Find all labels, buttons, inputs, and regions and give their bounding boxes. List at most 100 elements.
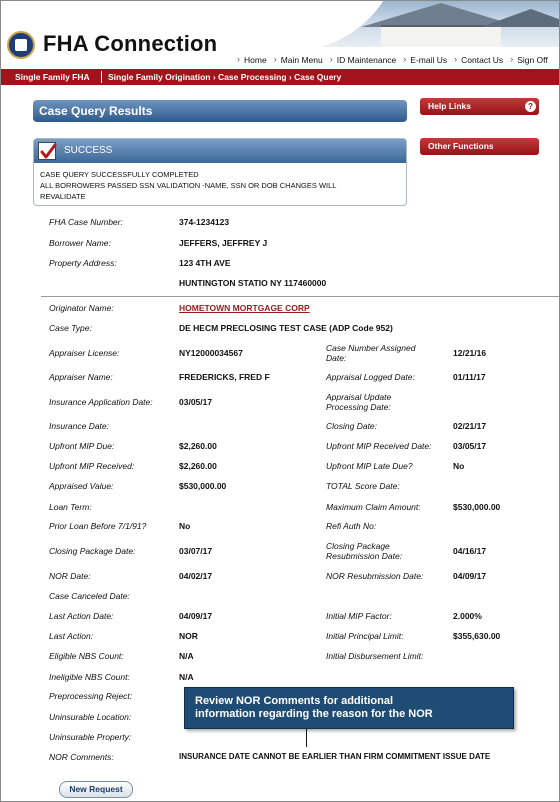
- case-canceled-label: Case Canceled Date:: [49, 591, 130, 601]
- appraiser-license-value: NY12000034567: [179, 348, 243, 358]
- appraised-value-label: Appraised Value:: [49, 481, 114, 491]
- checkmark-icon: [38, 142, 57, 160]
- case-number-assigned-label: Case Number Assigned Date:: [326, 343, 415, 363]
- initial-disbursement-label: Initial Disbursement Limit:: [326, 651, 424, 661]
- house-roof-secondary: [481, 9, 559, 27]
- closing-package-resub-label: Closing Package Resubmission Date:: [326, 541, 402, 561]
- other-functions-button[interactable]: Other Functions: [420, 138, 539, 155]
- success-message-line: CASE QUERY SUCCESSFULLY COMPLETED: [40, 170, 199, 179]
- initial-principal-label: Initial Principal Limit:: [326, 631, 404, 641]
- originator-name-link[interactable]: HOMETOWN MORTGAGE CORP: [179, 303, 310, 313]
- nav-contact-us[interactable]: Contact Us: [453, 54, 509, 67]
- nor-date-label: NOR Date:: [49, 571, 91, 581]
- case-type-value: DE HECM PRECLOSING TEST CASE (ADP Code 9…: [179, 323, 393, 333]
- house-wall: [381, 25, 501, 47]
- success-panel: SUCCESS CASE QUERY SUCCESSFULLY COMPLETE…: [33, 138, 407, 206]
- upfront-mip-late-value: No: [453, 461, 465, 471]
- upfront-mip-received-value: $2,260.00: [179, 461, 217, 471]
- prior-loan-label: Prior Loan Before 7/1/91?: [49, 521, 147, 531]
- insurance-application-label: Insurance Application Date:: [49, 397, 153, 407]
- fha-case-number-value: 374-1234123: [179, 217, 230, 227]
- last-action-value: NOR: [179, 631, 198, 641]
- top-navigation: Home Main Menu ID Maintenance E-mail Us …: [236, 54, 554, 67]
- uninsurable-location-label: Uninsurable Location:: [49, 712, 132, 722]
- loan-term-label: Loan Term:: [49, 502, 92, 512]
- callout-pointer-line: [306, 729, 307, 747]
- eligible-nbs-value: N/A: [179, 651, 194, 661]
- nav-sign-off[interactable]: Sign Off: [509, 54, 554, 67]
- success-message: CASE QUERY SUCCESSFULLY COMPLETED ALL BO…: [40, 169, 400, 202]
- property-address-label: Property Address:: [49, 258, 117, 268]
- property-address-line1: 123 4TH AVE: [179, 258, 231, 268]
- page-title: Case Query Results: [33, 100, 407, 122]
- eligible-nbs-label: Eligible NBS Count:: [49, 651, 124, 661]
- ineligible-nbs-label: Ineligible NBS Count:: [49, 672, 130, 682]
- closing-package-label: Closing Package Date:: [49, 546, 136, 556]
- appraisal-update-label-line: Appraisal Update: [326, 392, 392, 402]
- page-frame: FHA Connection Home Main Menu ID Mainten…: [0, 0, 560, 802]
- nav-home[interactable]: Home: [236, 54, 273, 67]
- total-score-label: TOTAL Score Date:: [326, 481, 400, 491]
- nav-main-menu[interactable]: Main Menu: [273, 54, 329, 67]
- success-header: SUCCESS: [34, 139, 406, 163]
- new-request-button[interactable]: New Request: [59, 781, 133, 798]
- appraiser-name-label: Appraiser Name:: [49, 372, 113, 382]
- success-message-line: ALL BORROWERS PASSED SSN VALIDATION -NAM…: [40, 181, 337, 190]
- upfront-mip-received-label: Upfront MIP Received:: [49, 461, 135, 471]
- upfront-mip-received-date-value: 03/05/17: [453, 441, 487, 451]
- help-links-button[interactable]: Help Links ?: [420, 98, 539, 115]
- nav-email-us[interactable]: E-mail Us: [402, 54, 453, 67]
- appraisal-update-label: Appraisal Update Processing Date:: [326, 392, 391, 412]
- other-functions-label: Other Functions: [428, 141, 494, 151]
- prior-loan-value: No: [179, 521, 191, 531]
- insurance-date-label: Insurance Date:: [49, 421, 110, 431]
- preprocessing-reject-label: Preprocessing Reject:: [49, 691, 133, 701]
- borrower-name-value: JEFFERS, JEFFREY J: [179, 238, 268, 248]
- annotation-callout-line: Review NOR Comments for additional: [195, 695, 394, 707]
- closing-date-value: 02/21/17: [453, 421, 487, 431]
- section-divider: [101, 71, 102, 83]
- brand-title: FHA Connection: [43, 31, 218, 56]
- nor-date-value: 04/02/17: [179, 571, 213, 581]
- fha-case-number-label: FHA Case Number:: [49, 217, 123, 227]
- help-links-label: Help Links: [428, 101, 471, 111]
- section-divider-line: [41, 296, 559, 297]
- hud-seal-logo: [7, 31, 35, 59]
- originator-name-label: Originator Name:: [49, 303, 114, 313]
- header: FHA Connection Home Main Menu ID Mainten…: [1, 1, 559, 69]
- case-type-label: Case Type:: [49, 323, 92, 333]
- appraiser-license-label: Appraiser License:: [49, 348, 120, 358]
- appraisal-update-label-line: Processing Date:: [326, 402, 391, 412]
- section-single-family-fha[interactable]: Single Family FHA: [15, 72, 90, 82]
- nav-id-maintenance[interactable]: ID Maintenance: [329, 54, 403, 67]
- initial-principal-value: $355,630.00: [453, 631, 501, 641]
- case-number-assigned-value: 12/21/16: [453, 348, 487, 358]
- last-action-date-label: Last Action Date:: [49, 611, 114, 621]
- breadcrumb[interactable]: Single Family Origination › Case Process…: [108, 72, 341, 82]
- nor-comments-label: NOR Comments:: [49, 752, 114, 762]
- closing-package-value: 03/07/17: [179, 546, 213, 556]
- success-message-line: REVALIDATE: [40, 192, 86, 201]
- annotation-callout: Review NOR Comments for additional infor…: [184, 687, 514, 729]
- max-claim-value: $530,000.00: [453, 502, 501, 512]
- ineligible-nbs-value: N/A: [179, 672, 194, 682]
- closing-package-resub-label-line: Resubmission Date:: [326, 551, 403, 561]
- initial-mip-factor-label: Initial MIP Factor:: [326, 611, 392, 621]
- nor-resub-label: NOR Resubmission Date:: [326, 571, 424, 581]
- max-claim-label: Maximum Claim Amount:: [326, 502, 421, 512]
- initial-mip-factor-value: 2.000%: [453, 611, 482, 621]
- case-number-assigned-label-line: Case Number Assigned: [326, 343, 416, 353]
- annotation-callout-line: information regarding the reason for the…: [195, 708, 433, 720]
- borrower-name-label: Borrower Name:: [49, 238, 111, 248]
- appraised-value-value: $530,000.00: [179, 481, 227, 491]
- upfront-mip-late-label: Upfront MIP Late Due?: [326, 461, 413, 471]
- refi-auth-label: Refi Auth No:: [326, 521, 377, 531]
- closing-package-resub-value: 04/16/17: [453, 546, 487, 556]
- upfront-mip-due-value: $2,260.00: [179, 441, 217, 451]
- nor-comments-value: INSURANCE DATE CANNOT BE EARLIER THAN FI…: [179, 752, 491, 761]
- insurance-application-value: 03/05/17: [179, 397, 213, 407]
- upfront-mip-due-label: Upfront MIP Due:: [49, 441, 115, 451]
- appraisal-logged-label: Appraisal Logged Date:: [326, 372, 415, 382]
- upfront-mip-received-date-label: Upfront MIP Received Date:: [326, 441, 432, 451]
- help-question-icon: ?: [525, 101, 536, 112]
